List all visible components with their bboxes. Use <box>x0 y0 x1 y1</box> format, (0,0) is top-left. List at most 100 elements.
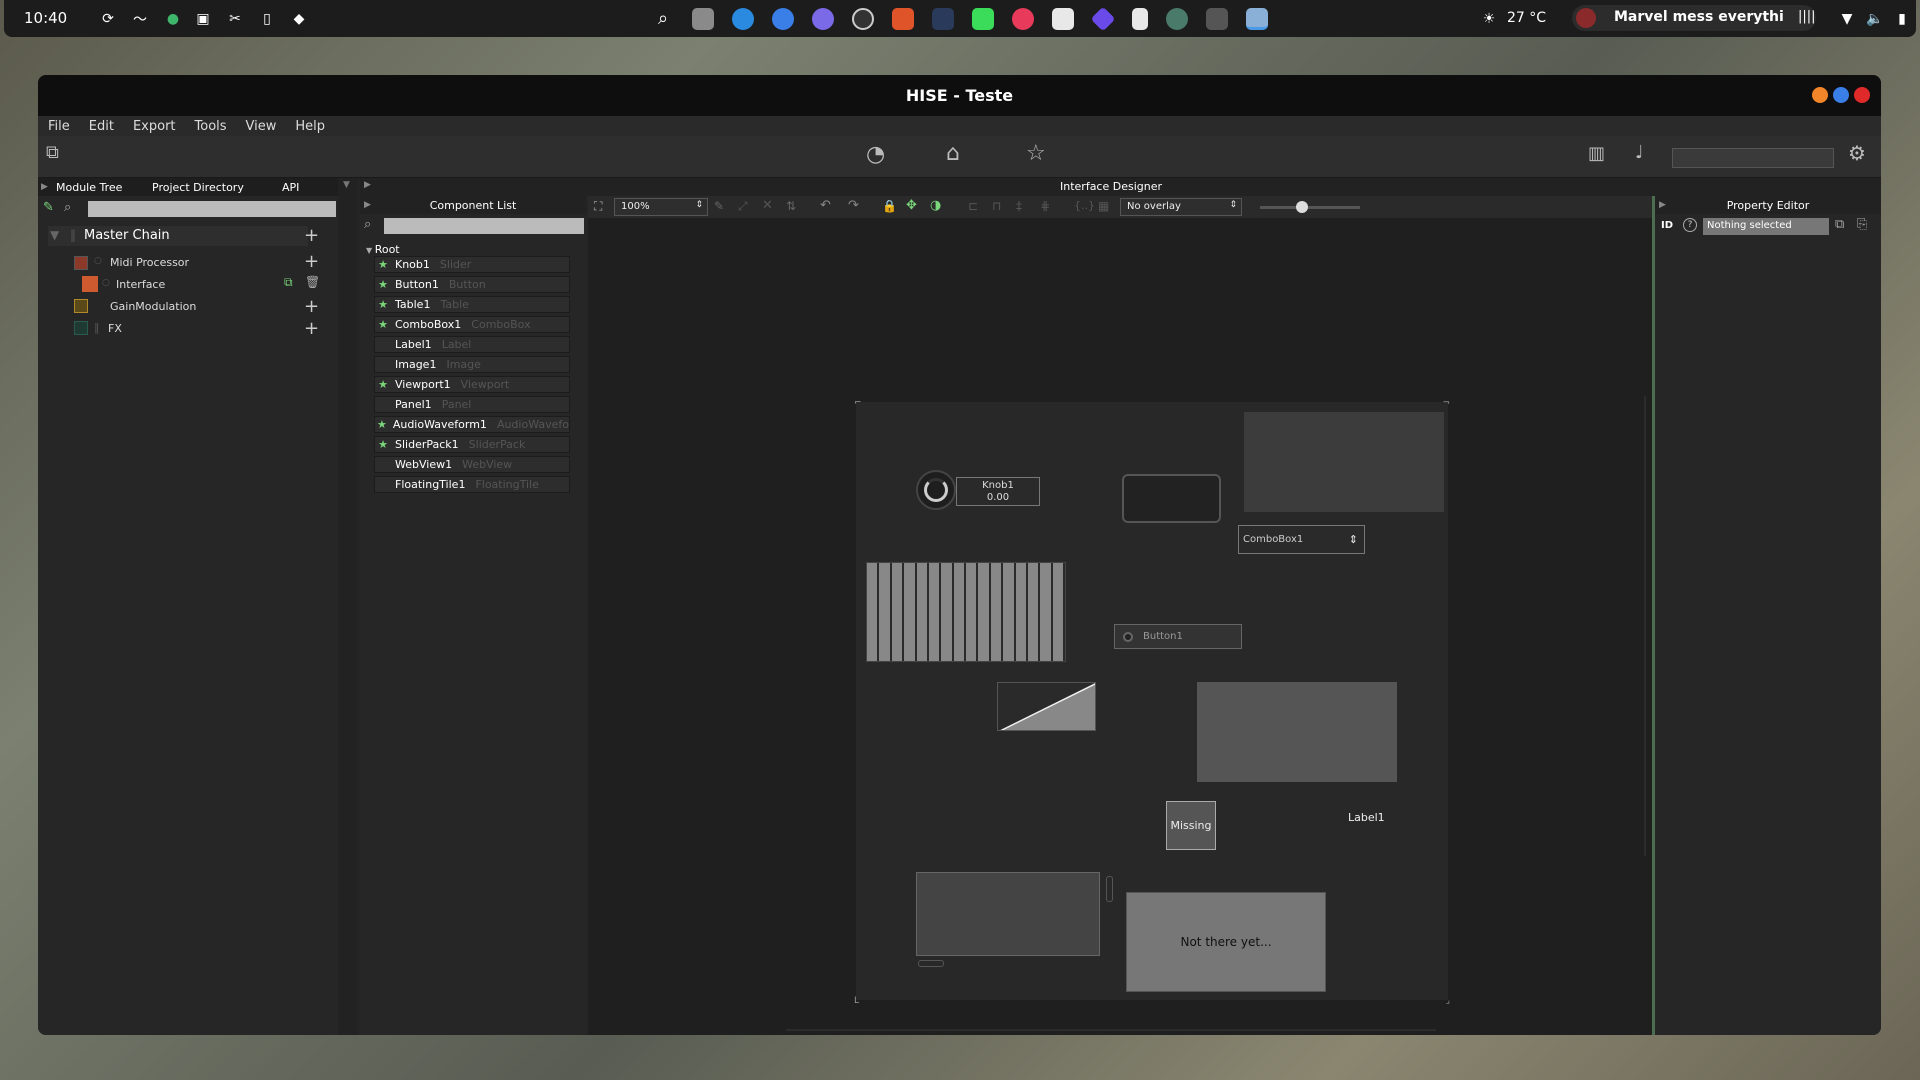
drive-icon[interactable]: ▣ <box>192 8 214 30</box>
root-node[interactable]: ▼ Root <box>366 243 400 256</box>
volume-icon[interactable]: 🔈 <box>1864 8 1886 30</box>
component-row[interactable]: Label1 Label <box>374 336 570 353</box>
scissors-icon[interactable]: ✂ <box>224 8 246 30</box>
component-row[interactable]: WebView1 WebView <box>374 456 570 473</box>
sliderpack-bar[interactable] <box>1015 563 1028 661</box>
obs-app-icon[interactable] <box>852 8 874 30</box>
favorite-star-icon[interactable]: ★ <box>375 258 391 271</box>
resolve-app-icon[interactable] <box>932 8 954 30</box>
menu-export[interactable]: Export <box>133 119 176 134</box>
distribute-h-icon[interactable]: ⋕ <box>1040 199 1050 213</box>
sliderpack-bar[interactable] <box>867 563 880 661</box>
component-search-input[interactable] <box>384 218 584 234</box>
sliderpack-bar[interactable] <box>1027 563 1041 661</box>
settings-gear-icon[interactable]: ⚙ <box>1848 141 1866 165</box>
delete-x-icon[interactable]: ✕ <box>762 198 773 213</box>
sliderpack-bar[interactable] <box>990 563 1004 661</box>
browser-app-icon[interactable] <box>732 8 754 30</box>
menu-tools[interactable]: Tools <box>195 119 227 134</box>
image-component[interactable]: Missing <box>1166 801 1216 850</box>
menu-help[interactable]: Help <box>295 119 325 134</box>
sliderpack-bar[interactable] <box>879 563 892 661</box>
distribute-v-icon[interactable]: ‡ <box>1016 199 1022 213</box>
sliderpack-bar[interactable] <box>928 563 942 661</box>
sliderpack-bar[interactable] <box>978 563 991 661</box>
button-component[interactable]: Button1 <box>1114 624 1242 649</box>
table-component[interactable] <box>997 682 1096 731</box>
favorite-star-icon[interactable]: ★ <box>375 438 391 451</box>
rebuild-icon[interactable]: ⇅ <box>786 199 796 213</box>
star-icon[interactable]: ☆ <box>1026 141 1046 166</box>
zoom-select[interactable]: 100% ⇕ <box>614 198 708 216</box>
knob-component[interactable] <box>916 470 956 510</box>
sliderpack-bar[interactable] <box>891 563 905 661</box>
favorite-star-icon[interactable]: ★ <box>375 378 391 391</box>
hise-app-icon[interactable] <box>1246 8 1268 30</box>
audio-waveform-component[interactable] <box>1197 682 1397 782</box>
component-row[interactable]: Panel1 Panel <box>374 396 570 413</box>
knob-value-box[interactable]: Knob1 0.00 <box>956 477 1040 506</box>
zoom-fit-icon[interactable]: ⛶ <box>594 199 602 214</box>
viewport-component[interactable] <box>1122 474 1221 523</box>
wave-icon[interactable]: 〜 <box>129 8 151 30</box>
component-row[interactable]: ★ ComboBox1 ComboBox <box>374 316 570 333</box>
favorite-star-icon[interactable]: ★ <box>375 418 389 431</box>
wifi-icon[interactable]: ▼ <box>1836 8 1858 30</box>
add-midi-icon[interactable]: + <box>304 251 319 272</box>
menu-edit[interactable]: Edit <box>89 119 114 134</box>
overlay-alpha-slider[interactable] <box>1260 201 1360 213</box>
menu-view[interactable]: View <box>246 119 277 134</box>
lock-icon[interactable]: 🔒 <box>882 199 897 213</box>
sliderpack-bar[interactable] <box>1052 563 1065 661</box>
selection-field[interactable]: Nothing selected <box>1703 218 1829 235</box>
add-gain-icon[interactable]: + <box>304 296 319 317</box>
planner-app-icon[interactable] <box>1052 8 1074 30</box>
master-chain-row[interactable]: ▼ ‖ Master Chain <box>48 226 308 246</box>
share-icon[interactable]: ⤢ <box>738 199 748 214</box>
redo-icon[interactable]: ↷ <box>848 198 859 213</box>
shortcut-app-icon[interactable] <box>1090 6 1116 32</box>
weather-temp[interactable]: 27 °C <box>1507 10 1546 26</box>
undo-icon[interactable]: ↶ <box>820 198 831 213</box>
delete-icon[interactable]: 🗑 <box>305 275 320 289</box>
component-row[interactable]: ★ Knob1 Slider <box>374 256 570 273</box>
files-app-icon[interactable] <box>692 8 714 30</box>
panel-arrow-icon[interactable]: ▶ <box>1659 200 1666 210</box>
sliderpack-bar[interactable] <box>953 563 966 661</box>
discord-app-icon[interactable] <box>812 8 834 30</box>
sliderpack-bar[interactable] <box>904 563 917 661</box>
component-row[interactable]: ★ Table1 Table <box>374 296 570 313</box>
add-module-icon[interactable]: + <box>304 225 319 246</box>
sync-icon[interactable]: ⟳ <box>97 8 119 30</box>
sliderpack-bar[interactable] <box>1040 563 1053 661</box>
close-button[interactable] <box>1854 87 1870 103</box>
bracket-icon[interactable]: {..} <box>1074 199 1095 212</box>
left-divider[interactable]: ▼ <box>338 178 358 1035</box>
favorite-star-icon[interactable]: ★ <box>375 318 391 331</box>
sliderpack-bar[interactable] <box>916 563 929 661</box>
search-icon[interactable]: ⌕ <box>652 7 674 29</box>
maximize-button[interactable] <box>1833 87 1849 103</box>
favorite-star-icon[interactable]: ★ <box>375 278 391 291</box>
tab-project-directory[interactable]: Project Directory <box>152 181 282 194</box>
green-circle-icon[interactable]: ● <box>162 8 184 30</box>
headphones-app-icon[interactable] <box>1166 8 1188 30</box>
label-component[interactable]: Label1 <box>1348 811 1385 824</box>
android-app-icon[interactable] <box>972 8 994 30</box>
weather-sun-icon[interactable]: ☀ <box>1478 8 1500 30</box>
designer-hscroll[interactable] <box>786 1029 1436 1031</box>
component-row[interactable]: ★ SliderPack1 SliderPack <box>374 436 570 453</box>
collapse-arrow-icon[interactable]: ▼ <box>343 180 350 190</box>
pencil-icon[interactable]: ✎ <box>714 199 724 213</box>
panel-arrow-icon[interactable]: ▶ <box>364 180 371 190</box>
clock[interactable]: 10:40 <box>24 9 67 27</box>
component-row[interactable]: ★ AudioWaveform1 AudioWavefo <box>374 416 570 433</box>
open-editor-icon[interactable]: ⧉ <box>284 275 293 290</box>
bypass-icon[interactable]: ○ <box>102 278 110 288</box>
sliderpack-component[interactable] <box>866 562 1066 662</box>
sliderpack-bar[interactable] <box>966 563 979 661</box>
tab-api[interactable]: API <box>282 181 299 194</box>
floating-tile-scroll[interactable] <box>1106 876 1113 902</box>
align-left-icon[interactable]: ⊏ <box>968 199 978 213</box>
component-row[interactable]: Image1 Image <box>374 356 570 373</box>
